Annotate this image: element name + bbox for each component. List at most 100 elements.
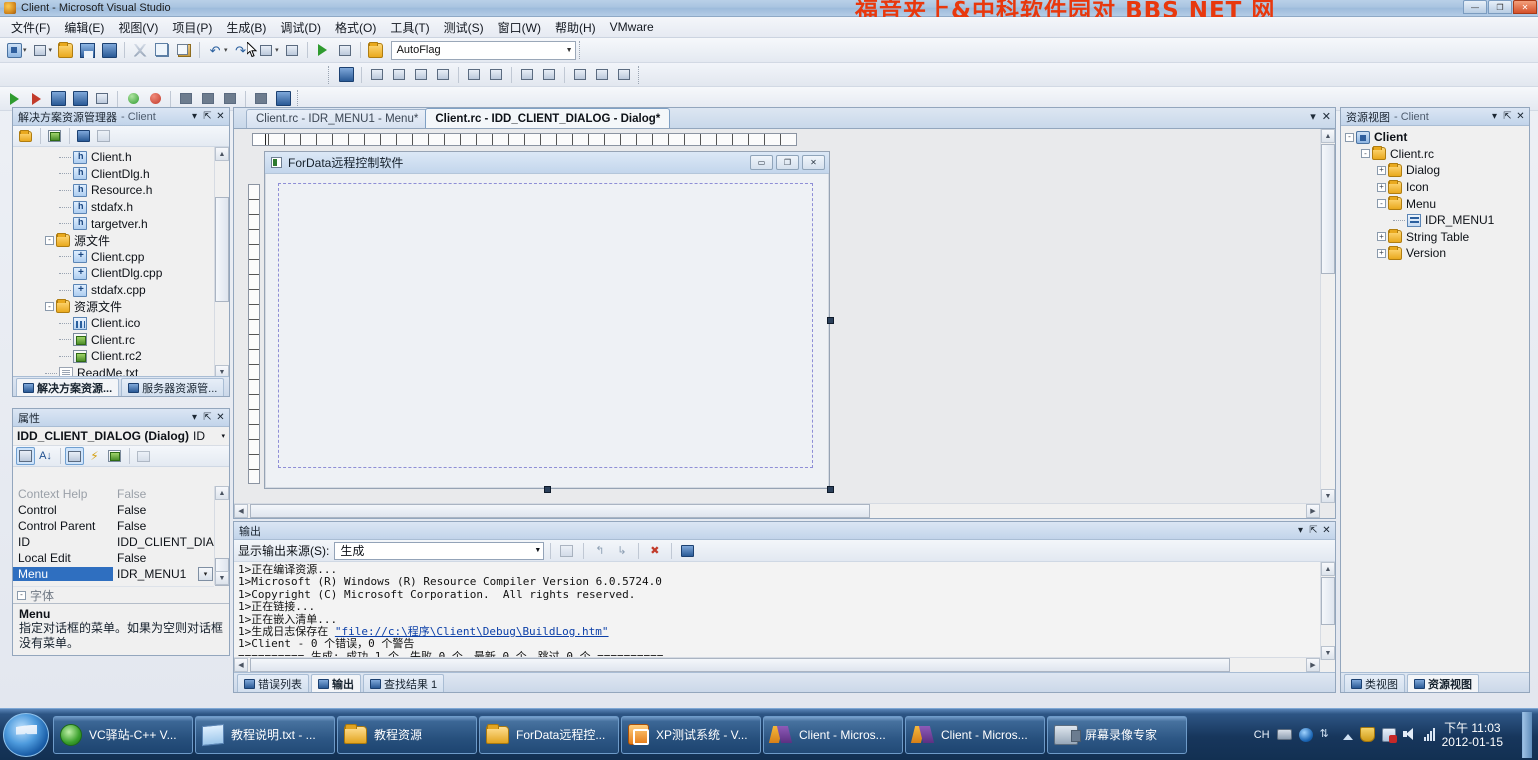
tree-item[interactable]: Client.ico xyxy=(13,315,214,332)
menu-file[interactable]: 文件(F) xyxy=(4,17,57,38)
property-row[interactable]: Context Help False xyxy=(13,486,214,502)
scroll-thumb[interactable] xyxy=(215,197,229,302)
close-icon[interactable]: ✕ xyxy=(214,110,227,123)
property-row[interactable]: Control False xyxy=(13,502,214,518)
properties-grid[interactable]: Context Help False Control False Control Par… xyxy=(13,486,214,585)
scroll-thumb[interactable] xyxy=(1321,577,1335,625)
copy-button[interactable] xyxy=(152,40,172,60)
dialog-toolbar-grip[interactable] xyxy=(328,65,332,84)
scroll-up-icon[interactable]: ▲ xyxy=(1321,129,1335,143)
taskbar-item-recorder[interactable]: 屏幕录像专家 xyxy=(1047,715,1187,754)
expand-twisty-icon[interactable]: - xyxy=(17,590,26,600)
expand-twisty-icon[interactable]: + xyxy=(1377,182,1386,192)
close-icon[interactable]: ✕ xyxy=(214,411,227,424)
space-across-button[interactable] xyxy=(517,65,537,85)
tree-item[interactable]: ClientDlg.h xyxy=(13,166,214,183)
designer-vscrollbar[interactable]: ▲ ▼ xyxy=(1320,129,1335,503)
collapse-twisty-icon[interactable]: - xyxy=(1377,199,1386,209)
pin-icon[interactable]: ⇱ xyxy=(1307,524,1320,537)
tree-item[interactable]: + Version xyxy=(1341,245,1529,262)
menu-tools[interactable]: 工具(T) xyxy=(383,17,436,38)
scroll-thumb[interactable] xyxy=(1321,144,1335,274)
cut-button[interactable] xyxy=(130,40,150,60)
selection-handle-right[interactable] xyxy=(827,317,834,324)
scroll-left-icon[interactable]: ◀ xyxy=(234,658,248,672)
resource-view-tree[interactable]: - Client - Client.rc + Dialog + Icon - Menu IDR_ME… xyxy=(1341,127,1529,672)
navigate-backward-button[interactable] xyxy=(256,40,276,60)
center-horizontal-button[interactable] xyxy=(570,65,590,85)
dialog-designer-surface[interactable]: ForData远程控制软件 ▭ ❐ ✕ ▲ ▼ ◀ ▶ xyxy=(234,129,1335,518)
start-button[interactable] xyxy=(3,712,49,757)
taskbar-item-vs2[interactable]: Client - Micros... xyxy=(905,715,1045,754)
chevron-down-icon[interactable]: ▾ xyxy=(198,567,213,581)
menu-window[interactable]: 窗口(W) xyxy=(491,17,548,38)
save-button[interactable] xyxy=(77,40,97,60)
properties-category-font[interactable]: - 字体 xyxy=(13,586,214,603)
tree-item[interactable]: Client.rc xyxy=(13,332,214,349)
property-pages-button[interactable] xyxy=(105,447,124,465)
add-item-button[interactable] xyxy=(30,40,50,60)
toolbar-grip[interactable] xyxy=(578,41,583,59)
menu-format[interactable]: 格式(O) xyxy=(328,17,383,38)
volume-icon[interactable] xyxy=(1402,728,1417,741)
toggle-grid-button[interactable] xyxy=(614,65,634,85)
scroll-up-icon[interactable]: ▲ xyxy=(215,486,229,500)
scroll-thumb[interactable] xyxy=(250,658,1230,672)
close-icon[interactable]: ✕ xyxy=(1322,110,1331,123)
configuration-combo[interactable]: AutoFlag ▼ xyxy=(390,40,576,60)
menu-build[interactable]: 生成(B) xyxy=(219,17,273,38)
tab-error-list[interactable]: 错误列表 xyxy=(237,674,309,692)
properties-object-selector[interactable]: IDD_CLIENT_DIALOG (Dialog) ID ▾ xyxy=(13,427,229,446)
center-vertical-button[interactable] xyxy=(592,65,612,85)
tab-server-explorer[interactable]: 服务器资源管... xyxy=(121,378,225,396)
tree-item[interactable]: - 源文件 xyxy=(13,232,214,249)
solution-configuration-icon[interactable] xyxy=(366,40,386,60)
tree-item[interactable]: Client.cpp xyxy=(13,249,214,266)
undo-button[interactable]: ↶ xyxy=(205,40,225,60)
window-minimize-button[interactable]: — xyxy=(1463,0,1487,14)
messages-view-button[interactable] xyxy=(134,447,153,465)
go-to-previous-message-button[interactable]: ↰ xyxy=(590,542,609,560)
tree-item[interactable]: - 资源文件 xyxy=(13,298,214,315)
output-text[interactable]: 1>正在编译资源... 1>Microsoft (R) Windows (R) R… xyxy=(234,562,1320,660)
make-same-width-button[interactable] xyxy=(464,65,484,85)
close-icon[interactable]: ✕ xyxy=(1320,524,1333,537)
class-diagram-button[interactable] xyxy=(94,127,113,145)
new-project-button[interactable] xyxy=(4,40,24,60)
designer-hscrollbar[interactable]: ◀ ▶ xyxy=(234,503,1320,518)
scroll-thumb[interactable] xyxy=(250,504,870,518)
alphabetical-sort-button[interactable]: A↓ xyxy=(36,447,55,465)
tree-item[interactable]: Resource.h xyxy=(13,182,214,199)
dialog-preview[interactable]: ForData远程控制软件 ▭ ❐ ✕ xyxy=(264,151,830,489)
start-debugging-button[interactable] xyxy=(313,40,333,60)
tab-solution-explorer[interactable]: 解决方案资源... xyxy=(16,378,120,396)
menu-vmware[interactable]: VMware xyxy=(603,18,661,36)
taskbar-item-ie[interactable]: VC驿站-C++ V... xyxy=(53,715,193,754)
property-value[interactable]: False xyxy=(113,583,214,585)
tree-item[interactable]: - Menu xyxy=(1341,195,1529,212)
chevron-down-icon[interactable]: ▾ xyxy=(1310,110,1316,123)
property-value[interactable]: False xyxy=(113,487,214,501)
menu-project[interactable]: 项目(P) xyxy=(165,17,219,38)
tab-output[interactable]: 输出 xyxy=(311,674,361,692)
output-hscrollbar[interactable]: ◀ ▶ xyxy=(234,657,1320,672)
tree-item[interactable]: - Client.rc xyxy=(1341,146,1529,163)
scroll-left-icon[interactable]: ◀ xyxy=(234,504,248,518)
property-value[interactable]: False xyxy=(113,503,214,517)
scroll-down-icon[interactable]: ▼ xyxy=(215,571,229,585)
dialog-client-area[interactable] xyxy=(278,183,813,468)
categorized-view-button[interactable] xyxy=(16,447,35,465)
property-value[interactable]: IDD_CLIENT_DIA xyxy=(113,535,214,549)
tree-item[interactable]: + Icon xyxy=(1341,179,1529,196)
redo-button[interactable]: ↷ xyxy=(231,40,251,60)
go-to-next-message-button[interactable]: ↳ xyxy=(612,542,631,560)
scroll-up-icon[interactable]: ▲ xyxy=(215,147,229,161)
security-shield-icon[interactable] xyxy=(1359,727,1375,742)
scroll-right-icon[interactable]: ▶ xyxy=(1306,504,1320,518)
tree-item[interactable]: stdafx.cpp xyxy=(13,282,214,299)
pin-icon[interactable]: ⇱ xyxy=(201,110,214,123)
tree-item[interactable]: + String Table xyxy=(1341,229,1529,246)
chevron-down-icon[interactable]: ▾ xyxy=(221,432,225,440)
space-down-button[interactable] xyxy=(539,65,559,85)
scroll-up-icon[interactable]: ▲ xyxy=(1321,562,1335,576)
